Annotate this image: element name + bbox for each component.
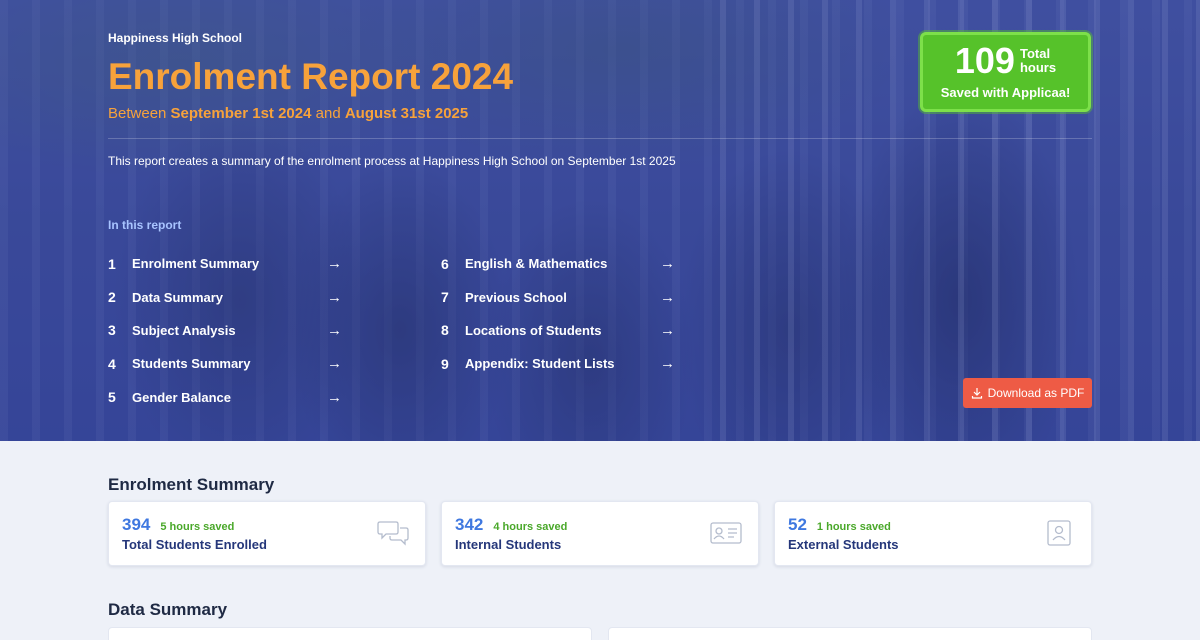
stat-label: External Students — [788, 537, 899, 552]
hours-saved: 4 hours saved — [493, 521, 568, 533]
arrow-right-icon: → — [327, 388, 342, 406]
data-summary-card-right — [608, 627, 1092, 640]
toc-link-data-summary[interactable]: 2 Data Summary → — [108, 280, 342, 313]
toc-link-gender-balance[interactable]: 5 Gender Balance → — [108, 381, 342, 414]
hours-saved: 1 hours saved — [816, 521, 891, 533]
data-summary-card-left — [108, 627, 592, 640]
hours-saved: 5 hours saved — [160, 521, 235, 533]
external-students-card: 52 1 hours saved External Students — [774, 501, 1092, 566]
enrolment-summary-heading: Enrolment Summary — [108, 475, 275, 494]
arrow-right-icon: → — [327, 288, 342, 306]
arrow-right-icon: → — [327, 255, 342, 273]
hero-divider — [108, 138, 1092, 139]
toc-link-appendix-student-lists[interactable]: 9 Appendix: Student Lists → — [441, 347, 675, 380]
toc-heading: In this report — [108, 218, 182, 232]
toc-label: Previous School — [465, 289, 567, 305]
period-middle: and — [311, 105, 345, 122]
arrow-right-icon: → — [327, 355, 342, 373]
toc-label: Enrolment Summary — [132, 256, 260, 272]
toc-number: 8 — [441, 322, 449, 339]
toc-label: English & Mathematics — [465, 256, 608, 272]
stat-value: 52 — [788, 515, 807, 534]
toc-label: Gender Balance — [132, 389, 231, 405]
toc-number: 9 — [441, 355, 449, 372]
stat-label: Total Students Enrolled — [122, 537, 267, 552]
saved-unit-line-1: Total — [1019, 46, 1051, 61]
school-name: Happiness High School — [108, 31, 243, 45]
period-end: August 31st 2025 — [344, 105, 469, 122]
chat-bubbles-icon — [377, 521, 409, 546]
toc-link-subject-analysis[interactable]: 3 Subject Analysis → — [108, 314, 342, 347]
toc-link-english-mathematics[interactable]: 6 English & Mathematics → — [441, 247, 675, 280]
toc-number: 2 — [108, 289, 116, 306]
toc-column-1: 1 Enrolment Summary → 2 Data Summary → 3… — [108, 247, 342, 414]
toc-label: Subject Analysis — [132, 322, 236, 338]
card-value-row: 52 1 hours saved — [788, 515, 891, 535]
page-title: Enrolment Report 2024 — [108, 56, 514, 97]
toc-link-previous-school[interactable]: 7 Previous School → — [441, 280, 675, 313]
toc-number: 5 — [108, 389, 116, 406]
arrow-right-icon: → — [660, 255, 675, 273]
toc-label: Appendix: Student Lists — [465, 356, 615, 372]
toc-number: 1 — [108, 255, 116, 272]
internal-students-card: 342 4 hours saved Internal Students — [441, 501, 759, 566]
user-badge-icon — [1047, 520, 1071, 546]
total-hours-saved-badge: 109 Total hours Saved with Applicaa! — [920, 32, 1091, 112]
arrow-right-icon: → — [660, 288, 675, 306]
toc-label: Locations of Students — [465, 322, 602, 338]
toc-link-students-summary[interactable]: 4 Students Summary → — [108, 347, 342, 380]
saved-hours-number: 109 — [954, 40, 1015, 81]
report-period: Between September 1st 2024 and August 31… — [108, 105, 468, 122]
period-prefix: Between — [108, 105, 171, 122]
toc-column-2: 6 English & Mathematics → 7 Previous Sch… — [441, 247, 675, 381]
toc-number: 4 — [108, 355, 116, 372]
stat-value: 394 — [122, 515, 151, 534]
arrow-right-icon: → — [327, 321, 342, 339]
data-summary-heading: Data Summary — [108, 600, 228, 619]
download-icon — [971, 388, 982, 399]
toc-label: Students Summary — [132, 356, 251, 372]
arrow-right-icon: → — [660, 321, 675, 339]
id-card-icon — [710, 522, 742, 544]
total-students-card: 394 5 hours saved Total Students Enrolle… — [108, 501, 426, 566]
stat-label: Internal Students — [455, 537, 562, 552]
download-pdf-button[interactable]: Download as PDF — [963, 378, 1092, 408]
saved-hours-unit: Total hours — [1020, 47, 1056, 75]
stat-value: 342 — [455, 515, 484, 534]
toc-link-enrolment-summary[interactable]: 1 Enrolment Summary → — [108, 247, 342, 280]
report-hero: Happiness High School Enrolment Report 2… — [0, 0, 1200, 441]
arrow-right-icon: → — [660, 355, 675, 373]
saved-hours-row: 109 Total hours — [923, 43, 1088, 79]
card-value-row: 394 5 hours saved — [122, 515, 234, 535]
toc-number: 3 — [108, 322, 116, 339]
report-description: This report creates a summary of the enr… — [108, 154, 676, 168]
download-pdf-label: Download as PDF — [987, 386, 1085, 400]
saved-note: Saved with Applicaa! — [940, 85, 1071, 100]
card-value-row: 342 4 hours saved — [455, 515, 567, 535]
toc-link-locations-of-students[interactable]: 8 Locations of Students → — [441, 314, 675, 347]
period-start: September 1st 2024 — [170, 105, 312, 122]
toc-label: Data Summary — [132, 289, 224, 305]
toc-number: 6 — [441, 255, 449, 272]
toc-number: 7 — [441, 289, 449, 306]
saved-unit-line-2: hours — [1019, 60, 1057, 75]
